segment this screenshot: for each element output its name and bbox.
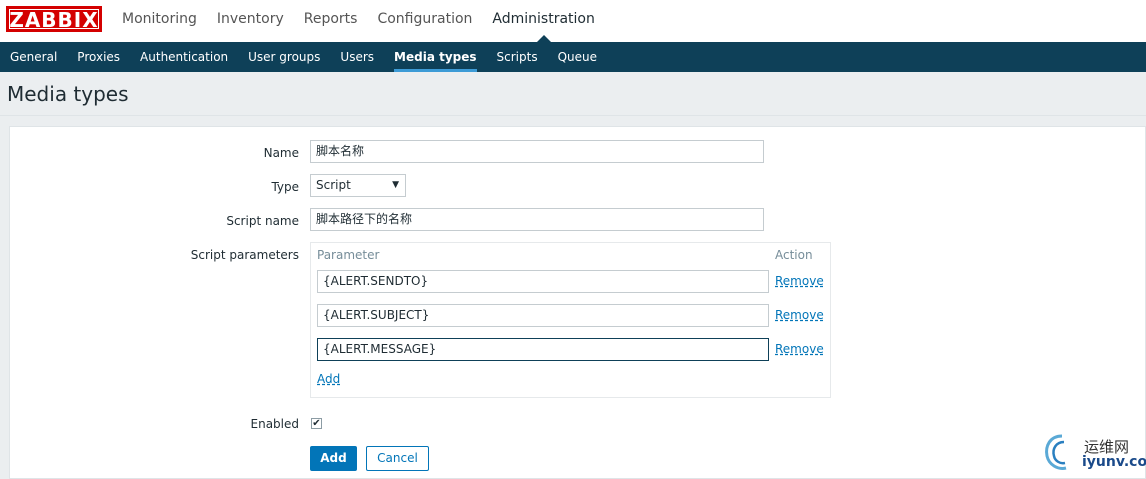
- script-parameters-label: Script parameters: [190, 248, 299, 262]
- name-input[interactable]: 脚本名称: [310, 140, 764, 163]
- cancel-button[interactable]: Cancel: [366, 446, 429, 471]
- sub-nav-media-types[interactable]: Media types: [384, 42, 487, 72]
- zabbix-logo[interactable]: ZABBIX: [6, 6, 102, 32]
- checkmark-icon: ✔: [312, 418, 321, 429]
- page-title: Media types: [7, 82, 129, 106]
- script-name-input[interactable]: 脚本路径下的名称: [310, 208, 764, 231]
- main-nav-label: Monitoring: [122, 11, 197, 27]
- sub-nav-authentication[interactable]: Authentication: [130, 42, 238, 72]
- watermark: 运维网 iyunv.com: [1040, 430, 1146, 479]
- main-nav-administration[interactable]: Administration: [482, 0, 604, 42]
- add-button[interactable]: Add: [310, 446, 357, 471]
- main-nav-inventory[interactable]: Inventory: [207, 0, 294, 42]
- sub-nav: General Proxies Authentication User grou…: [0, 42, 1146, 72]
- remove-parameter-link[interactable]: Remove: [775, 342, 824, 356]
- script-name-label: Script name: [226, 214, 299, 228]
- main-nav-label: Configuration: [377, 11, 473, 27]
- parameter-input[interactable]: {ALERT.SUBJECT}: [317, 304, 769, 327]
- top-header: ZABBIX Monitoring Inventory Reports Conf…: [0, 0, 1146, 42]
- watermark-en: iyunv.com: [1082, 454, 1146, 470]
- watermark-swirl-icon: [1045, 434, 1067, 470]
- main-nav-label: Inventory: [216, 11, 284, 27]
- main-nav-label: Reports: [303, 11, 358, 27]
- main-nav-monitoring[interactable]: Monitoring: [112, 0, 207, 42]
- title-bar: Media types: [0, 72, 1146, 116]
- parameter-input[interactable]: {ALERT.SENDTO}: [317, 270, 769, 293]
- remove-parameter-link[interactable]: Remove: [775, 274, 824, 288]
- remove-parameter-link[interactable]: Remove: [775, 308, 824, 322]
- action-column-header: Action: [775, 248, 813, 262]
- enabled-checkbox[interactable]: ✔: [311, 418, 322, 429]
- name-label: Name: [263, 146, 299, 160]
- type-select[interactable]: Script ▼: [310, 174, 406, 197]
- parameter-input[interactable]: {ALERT.MESSAGE}: [317, 338, 769, 361]
- main-nav-reports[interactable]: Reports: [294, 0, 368, 42]
- enabled-label: Enabled: [250, 417, 300, 431]
- dropdown-arrow-icon: ▼: [392, 180, 399, 190]
- type-label: Type: [271, 180, 299, 194]
- media-type-form: Name 脚本名称 Type Script ▼ Script name 脚本路径…: [9, 126, 1146, 479]
- type-select-value: Script: [316, 178, 351, 192]
- sub-nav-users[interactable]: Users: [330, 42, 384, 72]
- sub-nav-queue[interactable]: Queue: [548, 42, 607, 72]
- parameter-column-header: Parameter: [317, 248, 380, 262]
- main-nav-label: Administration: [492, 11, 595, 27]
- sub-nav-user-groups[interactable]: User groups: [238, 42, 330, 72]
- sub-nav-proxies[interactable]: Proxies: [67, 42, 130, 72]
- main-nav: Monitoring Inventory Reports Configurati…: [112, 0, 605, 42]
- sub-nav-general[interactable]: General: [0, 42, 67, 72]
- main-nav-configuration[interactable]: Configuration: [367, 0, 482, 42]
- add-parameter-link[interactable]: Add: [317, 372, 340, 386]
- sub-nav-scripts[interactable]: Scripts: [487, 42, 548, 72]
- script-parameters-table: Parameter Action {ALERT.SENDTO} Remove {…: [310, 242, 831, 398]
- active-caret-icon: [536, 35, 551, 42]
